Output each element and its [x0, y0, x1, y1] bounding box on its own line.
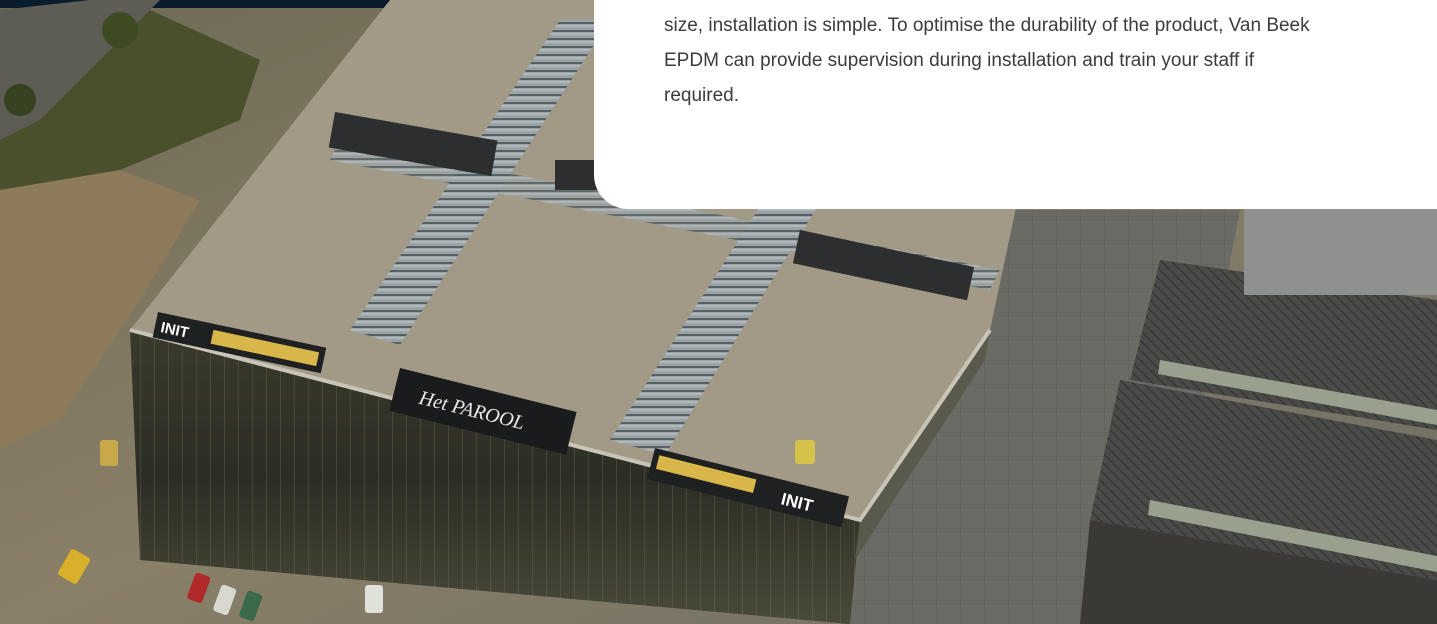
parked-car	[795, 440, 815, 464]
parked-car	[365, 585, 383, 613]
info-card: size, installation is simple. To optimis…	[594, 0, 1437, 209]
tree	[102, 12, 138, 48]
parked-car	[100, 440, 118, 466]
factory-annex	[1244, 205, 1437, 295]
tree	[4, 84, 36, 116]
info-paragraph: size, installation is simple. To optimis…	[664, 15, 1310, 106]
